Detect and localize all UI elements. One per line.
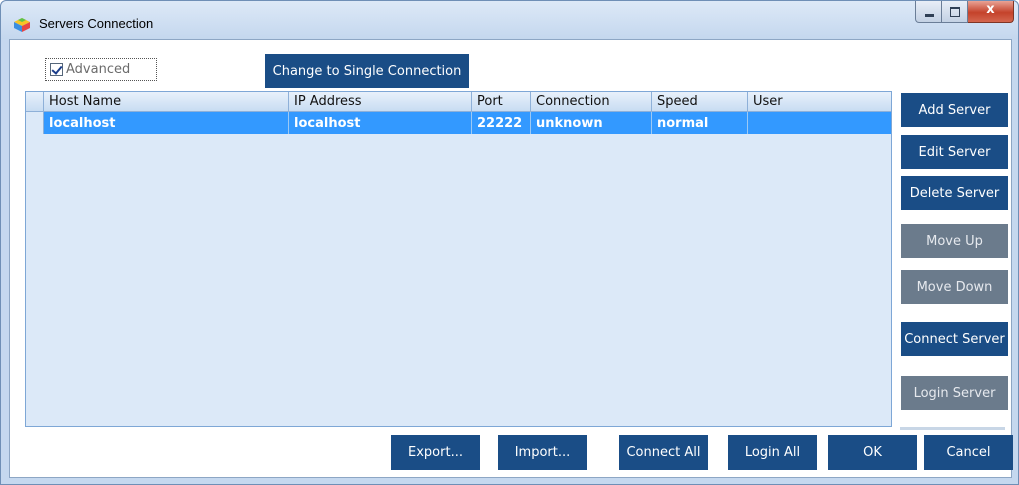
- move-up-button[interactable]: Move Up: [901, 224, 1008, 258]
- cell-speed[interactable]: normal: [652, 112, 748, 134]
- cell-user[interactable]: [748, 112, 891, 134]
- ok-button[interactable]: OK: [828, 435, 917, 470]
- maximize-icon[interactable]: [942, 1, 968, 23]
- table-header: Host Name IP Address Port Connection Spe…: [26, 92, 891, 112]
- column-header-connection[interactable]: Connection: [531, 92, 652, 111]
- servers-connection-window: Servers Connection x Advanced Change to …: [0, 0, 1019, 485]
- title-bar[interactable]: Servers Connection x: [1, 1, 1018, 39]
- edit-server-button[interactable]: Edit Server: [901, 135, 1008, 169]
- row-header-corner: [26, 92, 44, 112]
- advanced-checkbox[interactable]: Advanced: [45, 58, 157, 81]
- connect-server-button[interactable]: Connect Server: [901, 322, 1008, 356]
- table-row[interactable]: localhost localhost 22222 unknown normal: [26, 112, 891, 134]
- delete-server-button[interactable]: Delete Server: [901, 176, 1008, 210]
- checkbox-checked-icon[interactable]: [50, 63, 63, 76]
- login-all-button[interactable]: Login All: [728, 435, 817, 470]
- close-glyph: x: [986, 2, 995, 17]
- side-panel-scroll-edge: [900, 427, 1005, 430]
- caption-buttons: x: [915, 1, 1014, 23]
- column-header-user[interactable]: User: [748, 92, 891, 111]
- cell-ip-address[interactable]: localhost: [289, 112, 472, 134]
- cell-port[interactable]: 22222: [472, 112, 531, 134]
- cell-host-name[interactable]: localhost: [44, 112, 289, 134]
- change-to-single-connection-button[interactable]: Change to Single Connection: [265, 54, 469, 88]
- login-server-button[interactable]: Login Server: [901, 376, 1008, 410]
- cell-connection[interactable]: unknown: [531, 112, 652, 134]
- connect-all-button[interactable]: Connect All: [619, 435, 708, 470]
- column-header-ip-address[interactable]: IP Address: [289, 92, 472, 111]
- cancel-button[interactable]: Cancel: [924, 435, 1013, 470]
- import-button[interactable]: Import...: [498, 435, 587, 470]
- dialog-client-area: Advanced Change to Single Connection Hos…: [9, 39, 1013, 478]
- servers-app-icon: [14, 18, 30, 32]
- add-server-button[interactable]: Add Server: [901, 93, 1008, 127]
- move-down-button[interactable]: Move Down: [901, 270, 1008, 304]
- column-header-port[interactable]: Port: [472, 92, 531, 111]
- servers-table[interactable]: Host Name IP Address Port Connection Spe…: [25, 91, 892, 427]
- minimize-icon[interactable]: [915, 1, 942, 23]
- column-header-host-name[interactable]: Host Name: [44, 92, 289, 111]
- advanced-label: Advanced: [66, 62, 131, 77]
- row-selector[interactable]: [26, 112, 44, 134]
- export-button[interactable]: Export...: [391, 435, 480, 470]
- close-icon[interactable]: x: [968, 1, 1014, 23]
- window-title: Servers Connection: [39, 16, 154, 31]
- column-header-speed[interactable]: Speed: [652, 92, 748, 111]
